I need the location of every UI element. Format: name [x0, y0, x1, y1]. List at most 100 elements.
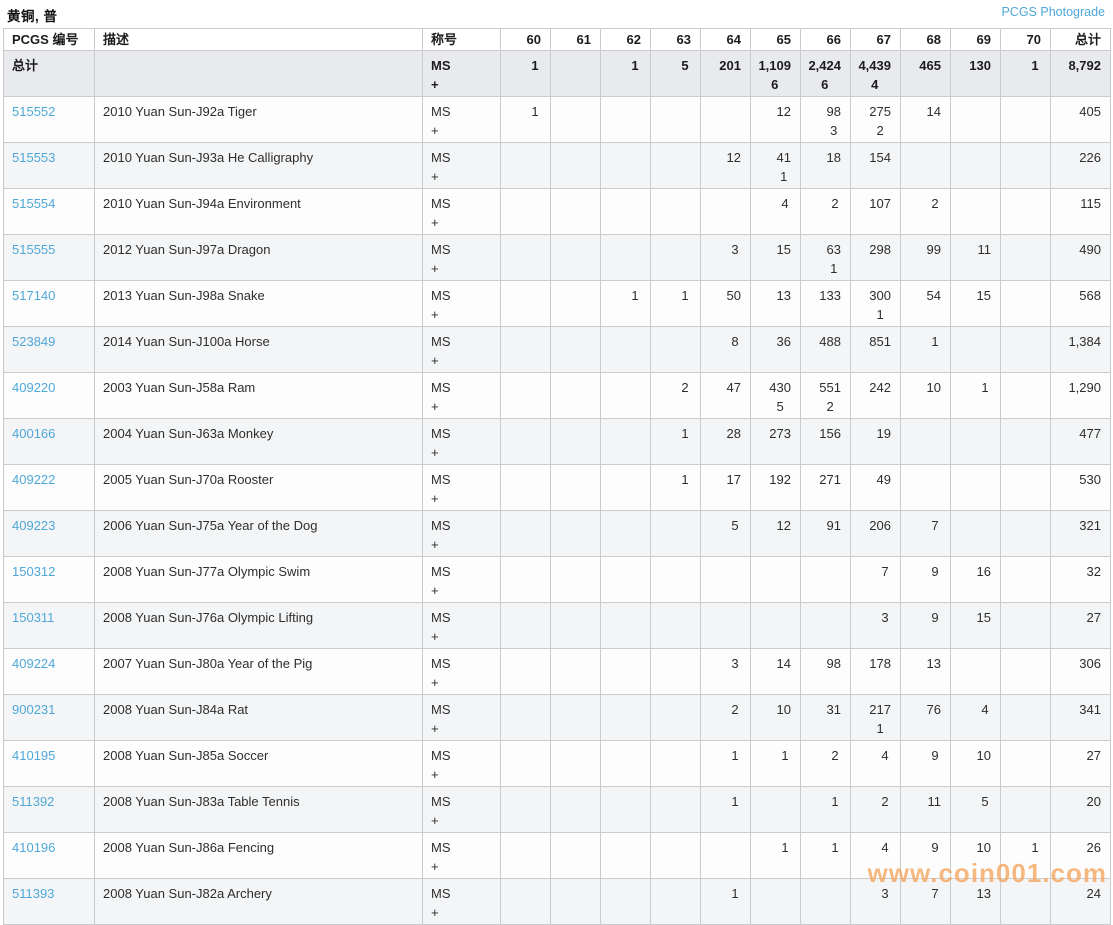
designation-cell: MS + [422, 694, 501, 741]
pcgs-id-link[interactable]: 409220 [12, 380, 55, 395]
pcgs-id-link[interactable]: 517140 [12, 288, 55, 303]
grade-61-cell [550, 648, 601, 695]
pcgs-id-link[interactable]: 410195 [12, 748, 55, 763]
total-cell: 1,384 [1050, 326, 1111, 373]
pcgs-id-cell: 511393 [3, 878, 95, 925]
pcgs-id-link[interactable]: 515553 [12, 150, 55, 165]
designation-cell: MS + [422, 832, 501, 879]
pcgs-id-link[interactable]: 511393 [12, 886, 54, 901]
grade-62-cell [600, 372, 651, 419]
description-cell: 2010 Yuan Sun-J92a Tiger [94, 96, 423, 143]
designation-cell: MS + [422, 326, 501, 373]
grade-60-cell [500, 464, 551, 511]
grade-63-cell [650, 602, 701, 649]
grade-67-cell: 242 [850, 372, 901, 419]
grade-66-cell: 18 [800, 142, 851, 189]
grade-63-cell: 1 [650, 418, 701, 465]
grade-63-cell: 1 [650, 280, 701, 327]
grade-68-cell: 2 [900, 188, 951, 235]
grade-65-cell: 1 [750, 740, 801, 787]
grade-61-cell [550, 96, 601, 143]
designation-cell: MS + [422, 510, 501, 557]
pcgs-id-link[interactable]: 515554 [12, 196, 55, 211]
pcgs-id-link[interactable]: 410196 [12, 840, 55, 855]
grade-70-cell [1000, 510, 1051, 557]
col-header-62: 62 [600, 28, 651, 51]
grade-61-cell [550, 234, 601, 281]
pcgs-id-link[interactable]: 900231 [12, 702, 55, 717]
description-cell: 2006 Yuan Sun-J75a Year of the Dog [94, 510, 423, 557]
grade-60-cell [500, 510, 551, 557]
grade-64-cell: 3 [700, 234, 751, 281]
grade-63-cell [650, 326, 701, 373]
grade-64-cell: 47 [700, 372, 751, 419]
table-row: 409223 2006 Yuan Sun-J75a Year of the Dog… [3, 510, 1111, 557]
grade-70-cell [1000, 878, 1051, 925]
grade-62-cell: 1 [600, 280, 651, 327]
grade-63-cell [650, 234, 701, 281]
table-row: 409224 2007 Yuan Sun-J80a Year of the Pig… [3, 648, 1111, 695]
grade-66-cell: 98 [800, 648, 851, 695]
grade-67-cell: 178 [850, 648, 901, 695]
grade-65-cell: 12 [750, 96, 801, 143]
grade-60-cell [500, 832, 551, 879]
total-cell: 306 [1050, 648, 1111, 695]
grade-66-cell: 91 [800, 510, 851, 557]
grade-65-cell: 4 [750, 188, 801, 235]
grade-69-cell [950, 96, 1001, 143]
grade-67-cell: 300 1 [850, 280, 901, 327]
grade-63-cell [650, 878, 701, 925]
table-row: 150311 2008 Yuan Sun-J76a Olympic Lifting… [3, 602, 1111, 649]
pcgs-id-link[interactable]: 409223 [12, 518, 55, 533]
totals-label: 总计 [3, 50, 95, 97]
grade-68-cell [900, 142, 951, 189]
grade-61-cell [550, 832, 601, 879]
grade-61-cell [550, 372, 601, 419]
table-row: 515552 2010 Yuan Sun-J92a Tiger MS +1 12 98 3 2… [3, 96, 1111, 143]
total-cell: 26 [1050, 832, 1111, 879]
grade-68-cell: 54 [900, 280, 951, 327]
pcgs-id-link[interactable]: 511392 [12, 794, 54, 809]
grade-68-cell: 7 [900, 510, 951, 557]
pcgs-id-link[interactable]: 515552 [12, 104, 55, 119]
grade-70-cell [1000, 648, 1051, 695]
total-cell: 27 [1050, 740, 1111, 787]
grade-63-cell: 1 [650, 464, 701, 511]
total-cell: 226 [1050, 142, 1111, 189]
grade-67-cell: 275 2 [850, 96, 901, 143]
designation-cell: MS + [422, 648, 501, 695]
grade-62-cell [600, 464, 651, 511]
grade-63-cell [650, 556, 701, 603]
grade-62-cell [600, 740, 651, 787]
pcgs-id-cell: 515554 [3, 188, 95, 235]
pcgs-id-link[interactable]: 409222 [12, 472, 55, 487]
grade-64-cell: 1 [700, 786, 751, 833]
table-row: 900231 2008 Yuan Sun-J84a Rat MS + 2 10 31 217 1… [3, 694, 1111, 741]
grade-64-cell: 1 [700, 740, 751, 787]
pcgs-id-link[interactable]: 400166 [12, 426, 55, 441]
photograde-link[interactable]: PCGS Photograde [1001, 5, 1105, 19]
col-header-total: 总计 [1050, 28, 1111, 51]
grade-61-cell [550, 740, 601, 787]
table-row: 511393 2008 Yuan Sun-J82a Archery MS +1 3 7 13… [3, 878, 1111, 925]
pcgs-id-cell: 150312 [3, 556, 95, 603]
description-cell: 2010 Yuan Sun-J94a Environment [94, 188, 423, 235]
grade-65-cell: 36 [750, 326, 801, 373]
total-cell: 321 [1050, 510, 1111, 557]
grade-67-cell: 2 [850, 786, 901, 833]
grade-65-cell: 14 [750, 648, 801, 695]
topbar: 黄铜, 普 PCGS Photograde [0, 0, 1113, 28]
pcgs-id-link[interactable]: 150312 [12, 564, 55, 579]
col-header-61: 61 [550, 28, 601, 51]
pcgs-id-link[interactable]: 150311 [12, 610, 54, 625]
pcgs-id-link[interactable]: 409224 [12, 656, 55, 671]
grade-62-cell [600, 648, 651, 695]
grade-69-cell: 11 [950, 234, 1001, 281]
grade-60-cell: 1 [500, 96, 551, 143]
grade-69-cell: 10 [950, 740, 1001, 787]
grade-63-cell [650, 832, 701, 879]
pcgs-id-link[interactable]: 515555 [12, 242, 55, 257]
pcgs-id-link[interactable]: 523849 [12, 334, 55, 349]
grade-60-cell [500, 326, 551, 373]
grade-63-cell [650, 96, 701, 143]
